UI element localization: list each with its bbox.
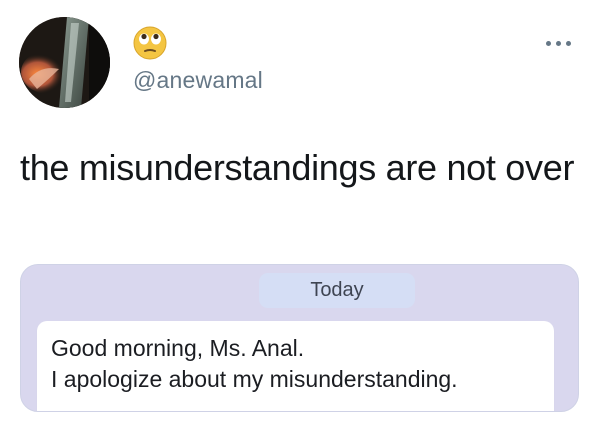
dot [565,40,571,46]
face-with-rolling-eyes-emoji-icon [133,26,167,60]
ellipsis-icon[interactable] [540,37,576,49]
avatar[interactable] [19,17,110,108]
attached-screenshot[interactable]: Today Good morning, Ms. Anal. I apologiz… [20,264,579,412]
message-line: Good morning, Ms. Anal. [51,335,305,361]
tweet-text: the misunderstandings are not over [20,147,575,188]
dot [555,40,561,46]
message-line: I apologize about my misunderstanding. [51,366,458,392]
message-bubble: Good morning, Ms. Anal. I apologize abou… [37,321,554,411]
author-handle[interactable]: @anewamal [133,67,263,94]
tweet-card: @anewamal the misunderstandings are not … [0,0,599,433]
date-pill: Today [259,273,415,308]
dot [545,40,551,46]
profile-photo-icon [19,17,110,108]
